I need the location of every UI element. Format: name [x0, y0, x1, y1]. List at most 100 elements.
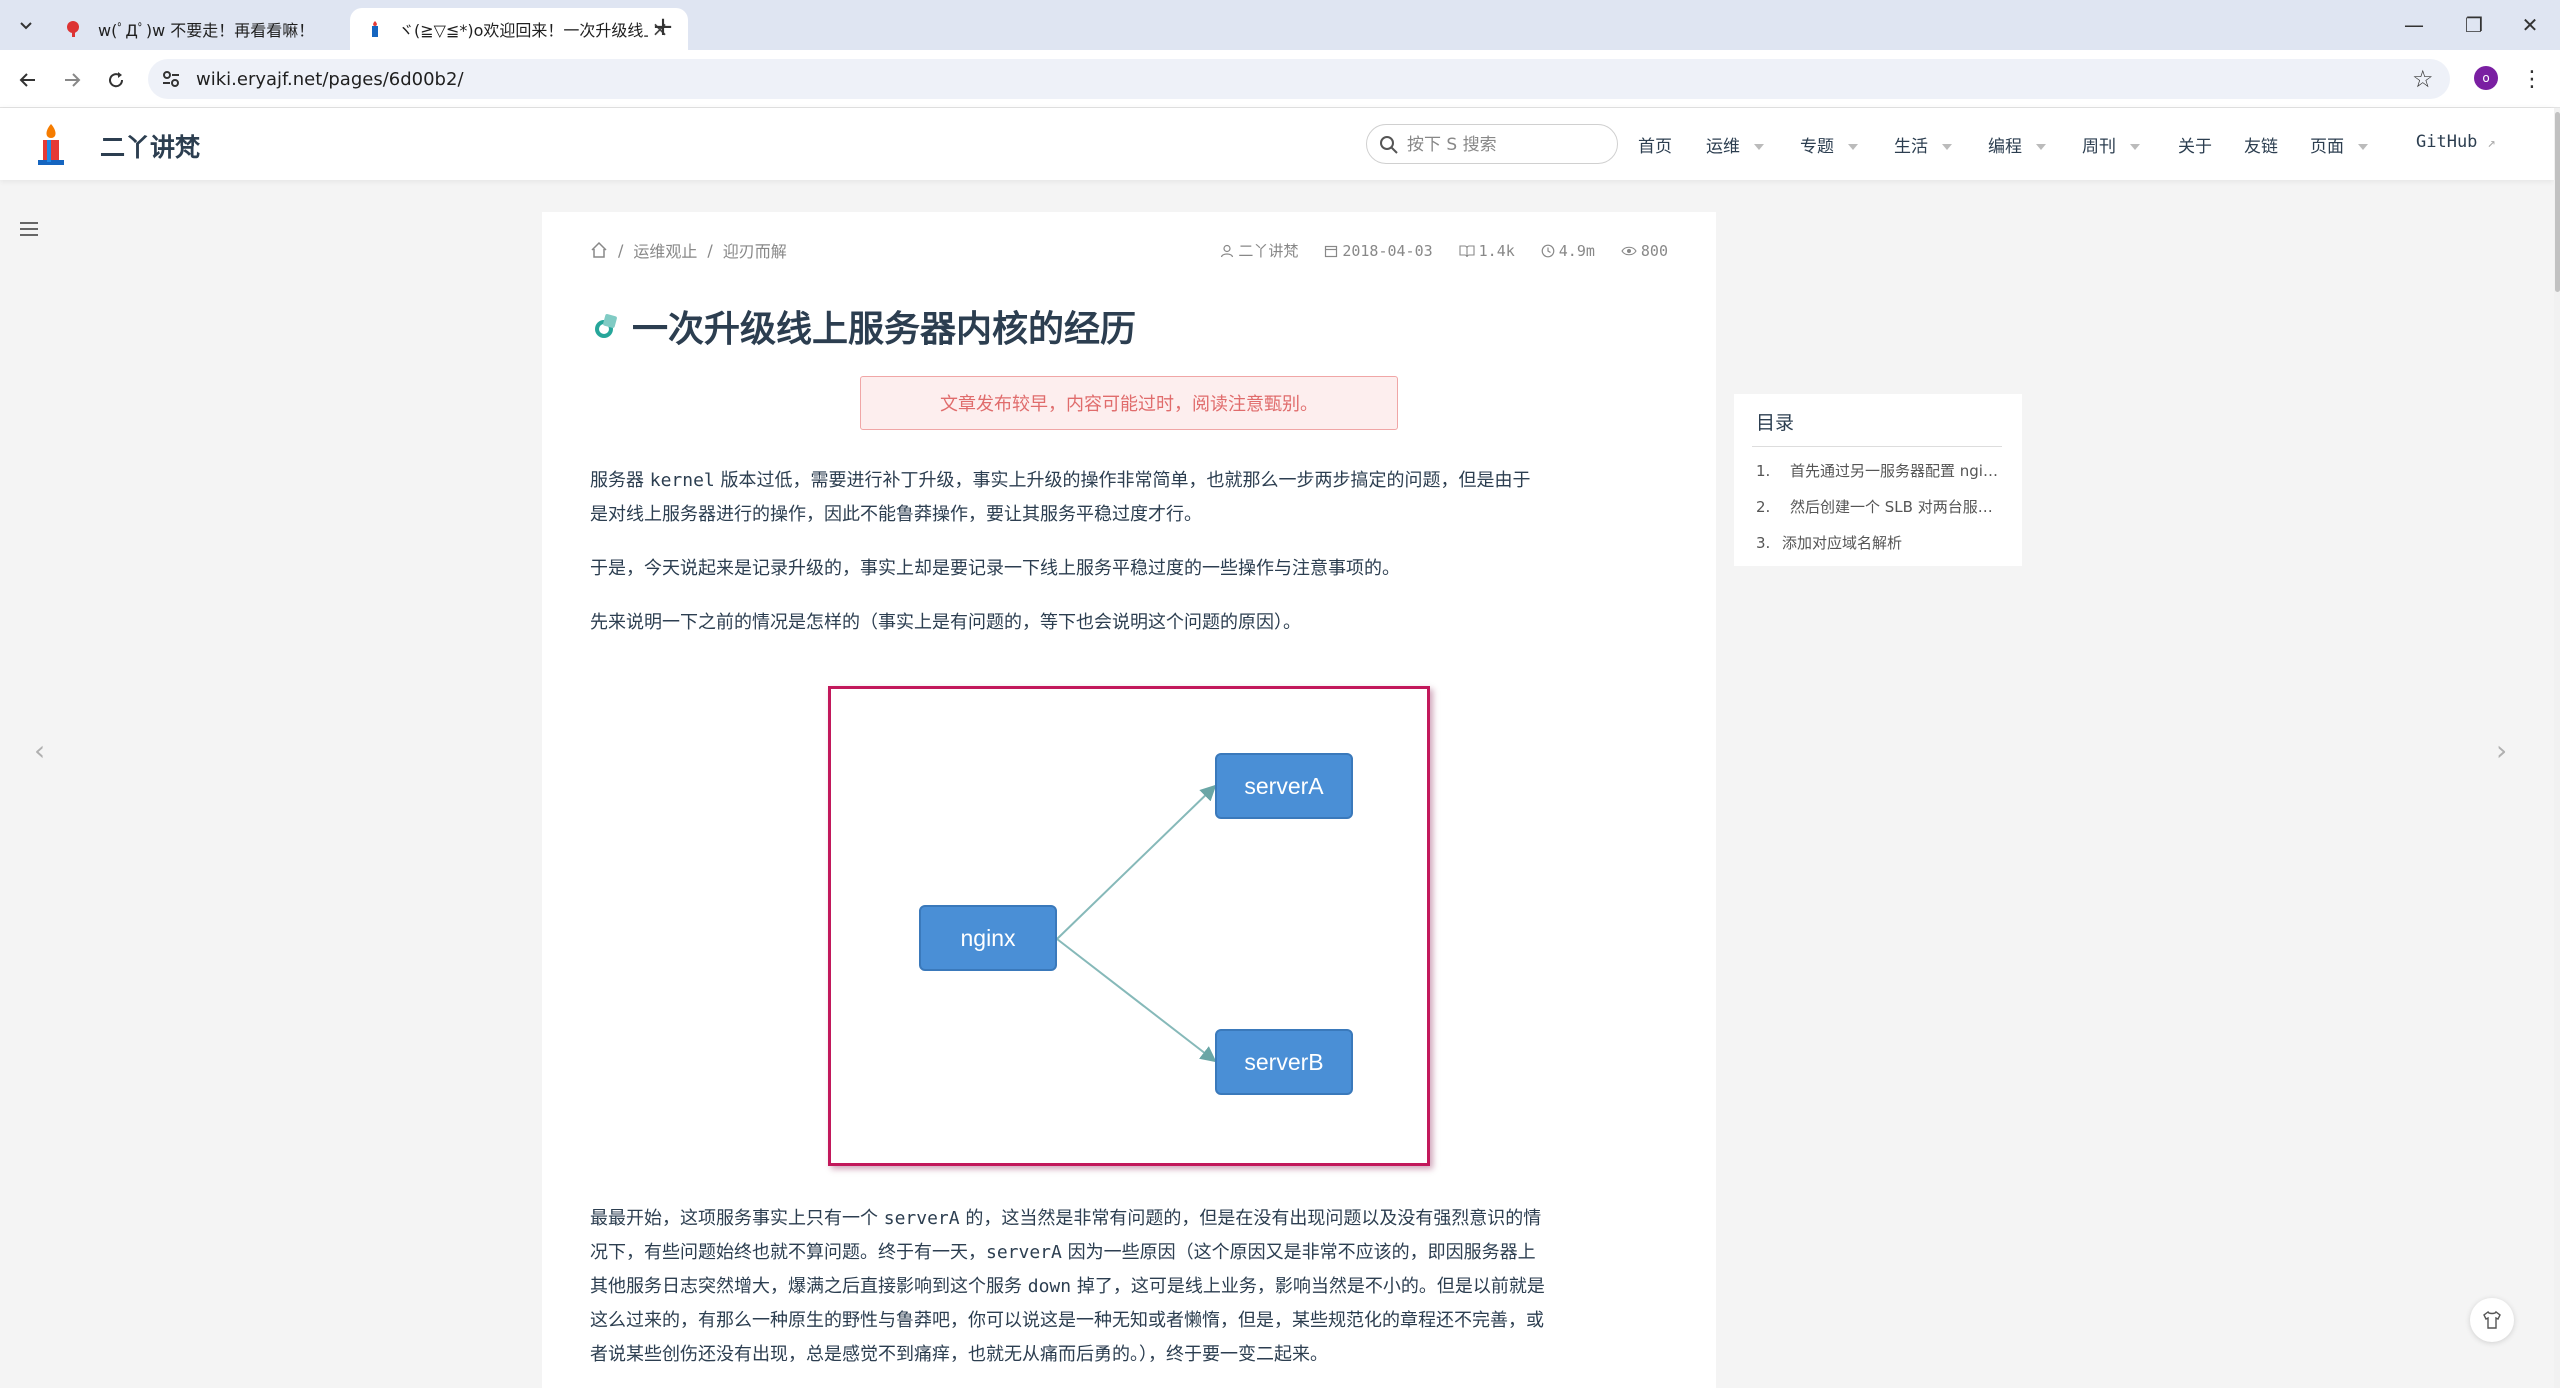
meta-words: 1.4k: [1459, 242, 1515, 260]
toc-num: 1.: [1756, 462, 1771, 480]
text: 掉了，这可是线上业务，影响当然是不小的。但是以前就是: [1071, 1276, 1545, 1297]
arrow-left-icon: [19, 73, 35, 87]
nav-label: 编程: [1988, 137, 2022, 157]
architecture-diagram: nginx serverA serverB: [828, 686, 1430, 1166]
search-input[interactable]: [1407, 133, 1607, 157]
toc-title: 目录: [1756, 412, 1795, 434]
site-info-icon[interactable]: [160, 68, 182, 90]
nav-label: GitHub: [2416, 132, 2478, 152]
new-tab-button[interactable]: +: [648, 12, 678, 42]
page-scrollbar[interactable]: [2554, 108, 2560, 1388]
site-name[interactable]: 二丫讲梵: [100, 128, 200, 164]
nav-pages[interactable]: 页面: [2310, 132, 2368, 157]
inline-code: serverA: [986, 1242, 1062, 1263]
article-card: / 运维观止 / 迎刃而解 二丫讲梵 2018-04-03 1.4k 4.9m …: [542, 212, 1716, 1388]
nav-home[interactable]: 首页: [1638, 132, 1672, 157]
breadcrumb-item[interactable]: 运维观止: [633, 238, 697, 262]
caret-down-icon: [1848, 144, 1858, 150]
title-text: 一次升级线上服务器内核的经历: [632, 309, 1137, 350]
theme-switch-button[interactable]: [2470, 1298, 2514, 1342]
caret-down-icon: [2358, 144, 2368, 150]
book-icon: [1459, 244, 1475, 257]
breadcrumb-separator: /: [618, 240, 624, 260]
table-of-contents: 目录 1. 首先通过另一服务器配置 nginx 的代理 2. 然后创建一个 SLB …: [1734, 394, 2022, 566]
nav-topics[interactable]: 专题: [1800, 132, 1858, 157]
scrollbar-thumb[interactable]: [2555, 112, 2560, 292]
paragraph-1: 服务器 kernel 版本过低，需要进行补丁升级，事实上升级的操作非常简单，也就…: [590, 464, 1670, 532]
browser-menu-icon[interactable]: ⋮: [2520, 64, 2544, 94]
node-serverB: serverB: [1215, 1029, 1353, 1095]
meta-views: 800: [1621, 242, 1668, 260]
reload-button[interactable]: [100, 64, 132, 96]
nav-label: 友链: [2244, 137, 2278, 157]
minimize-button[interactable]: —: [2384, 0, 2444, 50]
nav-ops[interactable]: 运维: [1706, 132, 1764, 157]
meta-author[interactable]: 二丫讲梵: [1220, 240, 1298, 261]
browser-tab-bar: w(ﾟДﾟ)w 不要走！再看看嘛！ × ヾ(≧▽≦*)o欢迎回来！一次升级线上服…: [0, 0, 2560, 50]
reload-icon: [109, 72, 124, 88]
nav-label: 生活: [1894, 137, 1928, 157]
tab-title: ヾ(≧▽≦*)o欢迎回来！一次升级线上服务器内核的经历: [398, 21, 648, 40]
nav-github[interactable]: GitHub ↗: [2416, 132, 2496, 152]
meta-author-label: 二丫讲梵: [1238, 242, 1299, 260]
calendar-icon: [1325, 245, 1338, 257]
url-bar[interactable]: wiki.eryajf.net/pages/6d00b2/: [148, 59, 2450, 99]
meta-words-label: 1.4k: [1478, 241, 1515, 260]
text: 这么过来的，有那么一种原生的野性与鲁莽吧，你可以说这是一种无知或者懒惰，但是，某…: [590, 1310, 1544, 1331]
profile-avatar[interactable]: o: [2474, 66, 2498, 90]
connector-to-serverB: [1056, 938, 1217, 1063]
next-page-arrow-icon[interactable]: ›: [2496, 734, 2507, 767]
breadcrumb-separator: /: [707, 240, 713, 260]
search-box[interactable]: [1366, 124, 1618, 164]
forward-button[interactable]: [56, 64, 88, 96]
prev-page-arrow-icon[interactable]: ‹: [34, 734, 45, 767]
nav-life[interactable]: 生活: [1894, 132, 1952, 157]
clock-icon: [1541, 244, 1555, 257]
nav-label: 运维: [1706, 137, 1740, 157]
nav-friends[interactable]: 友链: [2244, 132, 2278, 157]
nav-label: 首页: [1638, 137, 1672, 157]
nav-label: 页面: [2310, 137, 2344, 157]
tab-search-button[interactable]: [10, 10, 42, 40]
tab-favicon-icon: [67, 21, 79, 37]
caret-down-icon: [1942, 144, 1952, 150]
toc-text: 首先通过另一服务器配置 nginx 的代理: [1790, 462, 2006, 480]
nav-coding[interactable]: 编程: [1988, 132, 2046, 157]
shirt-icon: [2483, 1310, 2501, 1329]
node-nginx: nginx: [919, 905, 1057, 971]
paragraph-2: 于是，今天说起来是记录升级的，事实上却是要记录一下线上服务平稳过度的一些操作与注…: [590, 558, 1400, 579]
site-navbar: 二丫讲梵 首页 运维 专题 生活 编程 周刊 关于 友链 页面 GitHub ↗: [0, 108, 2554, 180]
site-logo-icon[interactable]: [34, 122, 68, 166]
toc-text: 添加对应域名解析: [1782, 534, 1903, 552]
text: 最最开始，这项服务事实上只有一个: [590, 1208, 884, 1229]
nav-about[interactable]: 关于: [2178, 132, 2212, 157]
breadcrumb-item[interactable]: 迎刃而解: [723, 238, 787, 262]
bookmark-star-icon[interactable]: ☆: [2412, 65, 2440, 93]
menu-icon[interactable]: [18, 218, 40, 240]
browser-tab-active[interactable]: ヾ(≧▽≦*)o欢迎回来！一次升级线上服务器内核的经历 ×: [350, 8, 688, 50]
inline-code: serverA: [883, 1208, 960, 1229]
paragraph-4: 最最开始，这项服务事实上只有一个 serverA 的，这当然是非常有问题的，但是…: [590, 1202, 1670, 1372]
inline-code: down: [1027, 1276, 1072, 1297]
address-bar-row: wiki.eryajf.net/pages/6d00b2/: [0, 50, 2560, 108]
close-window-button[interactable]: ✕: [2500, 0, 2560, 50]
inline-code: kernel: [649, 470, 715, 491]
toc-item[interactable]: 1. 首先通过另一服务器配置 nginx 的代理: [1756, 460, 2006, 481]
meta-date: 2018-04-03: [1324, 241, 1433, 260]
meta-date-label: 2018-04-03: [1342, 241, 1433, 260]
back-button[interactable]: [12, 64, 44, 96]
toc-divider: [1752, 446, 2002, 447]
caret-down-icon: [2130, 144, 2140, 150]
url-text: wiki.eryajf.net/pages/6d00b2/: [196, 69, 464, 90]
connector-to-serverA: [1056, 784, 1217, 940]
toc-item[interactable]: 3. 添加对应域名解析: [1756, 532, 2006, 553]
toc-item[interactable]: 2. 然后创建一个 SLB 对两台服务器负载: [1756, 496, 2006, 517]
home-icon[interactable]: [590, 241, 608, 259]
text: 是对线上服务器进行的操作，因此不能鲁莽操作，要让其服务平稳过度才行。: [590, 504, 1202, 525]
tab-favicon-icon: [372, 21, 378, 37]
meta-read-time: 4.9m: [1541, 242, 1595, 260]
browser-tab-inactive[interactable]: w(ﾟДﾟ)w 不要走！再看看嘛！ ×: [50, 8, 388, 50]
nav-weekly[interactable]: 周刊: [2082, 132, 2140, 157]
meta-read-time-label: 4.9m: [1558, 241, 1595, 260]
restore-button[interactable]: ❐: [2444, 0, 2504, 50]
